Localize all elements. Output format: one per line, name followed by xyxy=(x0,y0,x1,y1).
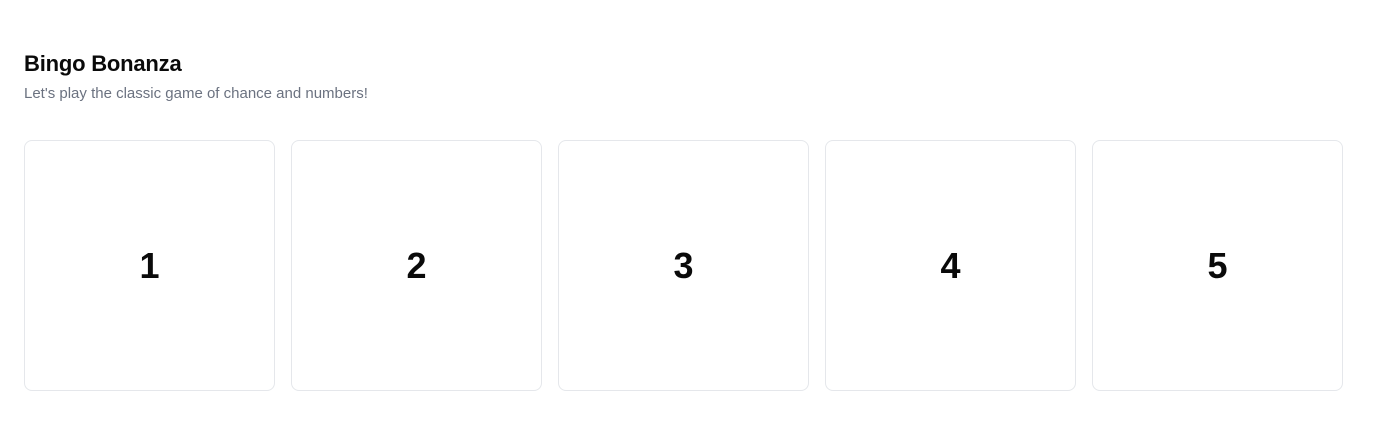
bingo-cell-5[interactable]: 5 xyxy=(1092,140,1343,391)
bingo-cell-3[interactable]: 3 xyxy=(558,140,809,391)
bingo-cell-number: 3 xyxy=(673,244,694,286)
bingo-cell-2[interactable]: 2 xyxy=(291,140,542,391)
bingo-cell-4[interactable]: 4 xyxy=(825,140,1076,391)
bingo-board: 1 2 3 4 5 xyxy=(24,140,1343,391)
bingo-cell-number: 2 xyxy=(406,244,427,286)
page-header: Bingo Bonanza Let's play the classic gam… xyxy=(24,50,368,104)
bingo-cell-number: 1 xyxy=(139,244,160,286)
page-subtitle: Let's play the classic game of chance an… xyxy=(24,85,368,102)
bingo-cell-1[interactable]: 1 xyxy=(24,140,275,391)
bingo-cell-number: 4 xyxy=(940,244,961,286)
page-title: Bingo Bonanza xyxy=(24,51,182,76)
bingo-cell-number: 5 xyxy=(1207,244,1228,286)
